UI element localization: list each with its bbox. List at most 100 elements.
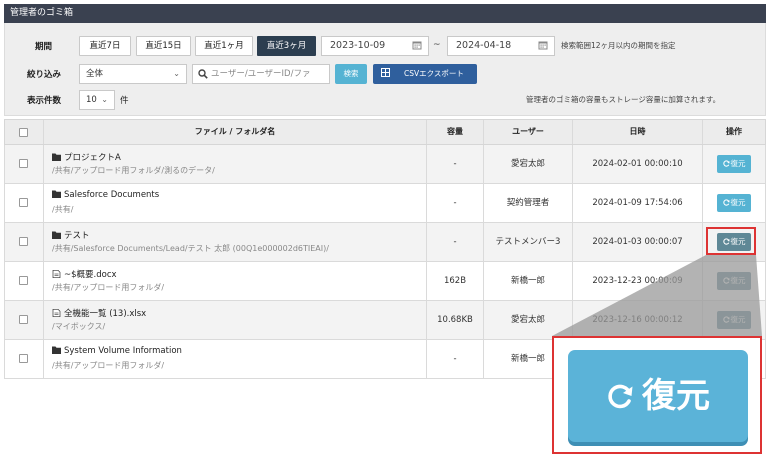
csv-export-label: CSVエクスポート: [404, 69, 464, 78]
date-cell: 2024-01-09 17:54:06: [573, 184, 703, 222]
row-checkbox[interactable]: [19, 237, 28, 246]
refresh-icon: [722, 159, 730, 167]
csv-export-button[interactable]: CSVエクスポート: [373, 64, 477, 84]
search-input[interactable]: ユーザー/ユーザーID/ファ: [192, 64, 330, 84]
highlight-box: [706, 227, 756, 255]
calendar-icon[interactable]: [412, 40, 422, 50]
table-row: ~$概要.docx /共有/アップロード用フォルダ/ 162B 新橋一郎 202…: [4, 262, 766, 301]
date-cell: 2023-12-16 00:00:12: [573, 301, 703, 339]
item-path: /共有/アップロード用フォルダ/: [52, 361, 165, 370]
period-3months-button[interactable]: 直近3ヶ月: [257, 36, 316, 56]
row-select-cell: [5, 145, 44, 183]
file-icon: [52, 270, 61, 278]
row-select-cell: [5, 262, 44, 300]
name-cell: テスト /共有/Salesforce Documents/Lead/テスト 太郎…: [44, 223, 427, 261]
date-cell: 2023-12-23 00:00:09: [573, 262, 703, 300]
count-select-value: 10: [86, 95, 97, 105]
count-unit: 件: [120, 96, 129, 106]
refresh-icon: [722, 315, 730, 323]
header-action: 操作: [726, 127, 742, 136]
row-select-cell: [5, 223, 44, 261]
date-separator: ~: [433, 40, 441, 50]
table-row: Salesforce Documents /共有/ - 契約管理者 2024-0…: [4, 184, 766, 223]
table-row: プロジェクトA /共有/アップロード用フォルダ/測るのデータ/ - 愛宕太郎 2…: [4, 145, 766, 184]
header-name: ファイル / フォルダ名: [44, 120, 427, 144]
count-select[interactable]: 10 ⌄: [79, 90, 115, 110]
table-row: 全機能一覧 (13).xlsx /マイボックス/ 10.68KB 愛宕太郎 20…: [4, 301, 766, 340]
size-cell: -: [427, 184, 484, 222]
name-cell: System Volume Information /共有/アップロード用フォル…: [44, 340, 427, 378]
period-1month-button[interactable]: 直近1ヶ月: [195, 36, 253, 56]
restore-label-zoomed: 復元: [642, 376, 710, 416]
action-cell: 復元: [703, 184, 765, 222]
row-select-cell: [5, 184, 44, 222]
narrow-label: 絞り込み: [27, 70, 62, 80]
date-from-input[interactable]: 2023-10-09: [321, 36, 429, 56]
refresh-icon: [606, 382, 634, 410]
user-cell: 愛宕太郎: [484, 145, 573, 183]
date-to-input[interactable]: 2024-04-18: [447, 36, 555, 56]
folder-icon: [52, 231, 61, 239]
restore-button[interactable]: 復元: [717, 155, 751, 173]
name-cell: 全機能一覧 (13).xlsx /マイボックス/: [44, 301, 427, 339]
folder-icon: [52, 190, 61, 198]
item-path: /共有/Salesforce Documents/Lead/テスト 太郎 (00…: [52, 244, 329, 253]
item-name[interactable]: 全機能一覧 (13).xlsx: [52, 307, 146, 319]
table-header: ファイル / フォルダ名 容量 ユーザー 日時 操作: [4, 119, 766, 145]
size-cell: 162B: [427, 262, 484, 300]
date-cell: 2024-01-03 00:00:07: [573, 223, 703, 261]
restore-button-zoomed[interactable]: 復元: [568, 350, 748, 442]
restore-button[interactable]: 復元: [717, 272, 751, 290]
restore-button[interactable]: 復元: [717, 194, 751, 212]
calendar-icon[interactable]: [538, 40, 548, 50]
period-7days-button[interactable]: 直近7日: [79, 36, 131, 56]
size-cell: -: [427, 145, 484, 183]
row-checkbox[interactable]: [19, 276, 28, 285]
size-cell: -: [427, 340, 484, 378]
user-cell: 契約管理者: [484, 184, 573, 222]
row-checkbox[interactable]: [19, 159, 28, 168]
name-cell: Salesforce Documents /共有/: [44, 184, 427, 222]
date-cell: 2024-02-01 00:00:10: [573, 145, 703, 183]
item-name[interactable]: ~$概要.docx: [52, 268, 117, 280]
action-cell: 復元: [703, 262, 765, 300]
capacity-note: 管理者のゴミ箱の容量もストレージ容量に加算されます。: [526, 95, 721, 104]
name-cell: プロジェクトA /共有/アップロード用フォルダ/測るのデータ/: [44, 145, 427, 183]
item-name[interactable]: テスト: [52, 229, 90, 241]
user-cell: テストメンバー3: [484, 223, 573, 261]
row-checkbox[interactable]: [19, 315, 28, 324]
window-title: 管理者のゴミ箱: [4, 4, 766, 23]
refresh-icon: [722, 198, 730, 206]
header-date: 日時: [573, 120, 703, 144]
header-select-cell: [5, 120, 44, 144]
folder-icon: [52, 346, 61, 354]
header-size: 容量: [427, 120, 484, 144]
folder-icon: [52, 153, 61, 161]
chevron-down-icon: ⌄: [173, 69, 180, 78]
item-path: /共有/アップロード用フォルダ/測るのデータ/: [52, 166, 215, 175]
date-from-value: 2023-10-09: [330, 40, 386, 51]
item-name[interactable]: プロジェクトA: [52, 151, 121, 163]
row-checkbox[interactable]: [19, 198, 28, 207]
select-all-checkbox[interactable]: [19, 128, 28, 137]
row-select-cell: [5, 340, 44, 378]
item-name[interactable]: Salesforce Documents: [52, 190, 159, 200]
table-row: テスト /共有/Salesforce Documents/Lead/テスト 太郎…: [4, 223, 766, 262]
period-label: 期間: [35, 42, 53, 52]
row-select-cell: [5, 301, 44, 339]
period-15days-button[interactable]: 直近15日: [136, 36, 191, 56]
filter-panel: 期間 直近7日 直近15日 直近1ヶ月 直近3ヶ月 2023-10-09 ~ 2…: [4, 23, 766, 116]
restore-button[interactable]: 復元: [717, 311, 751, 329]
size-cell: 10.68KB: [427, 301, 484, 339]
header-user: ユーザー: [484, 120, 573, 144]
item-name[interactable]: System Volume Information: [52, 346, 182, 356]
date-range-note: 検索範囲12ヶ月以内の期間を指定: [561, 41, 676, 50]
row-checkbox[interactable]: [19, 354, 28, 363]
search-icon: [198, 69, 208, 79]
search-button[interactable]: 検索: [335, 64, 367, 84]
user-cell: 新橋一郎: [484, 262, 573, 300]
action-cell: 復元: [703, 145, 765, 183]
action-cell: 復元: [703, 301, 765, 339]
zoom-callout: 復元: [552, 336, 762, 454]
scope-select[interactable]: 全体 ⌄: [79, 64, 187, 84]
